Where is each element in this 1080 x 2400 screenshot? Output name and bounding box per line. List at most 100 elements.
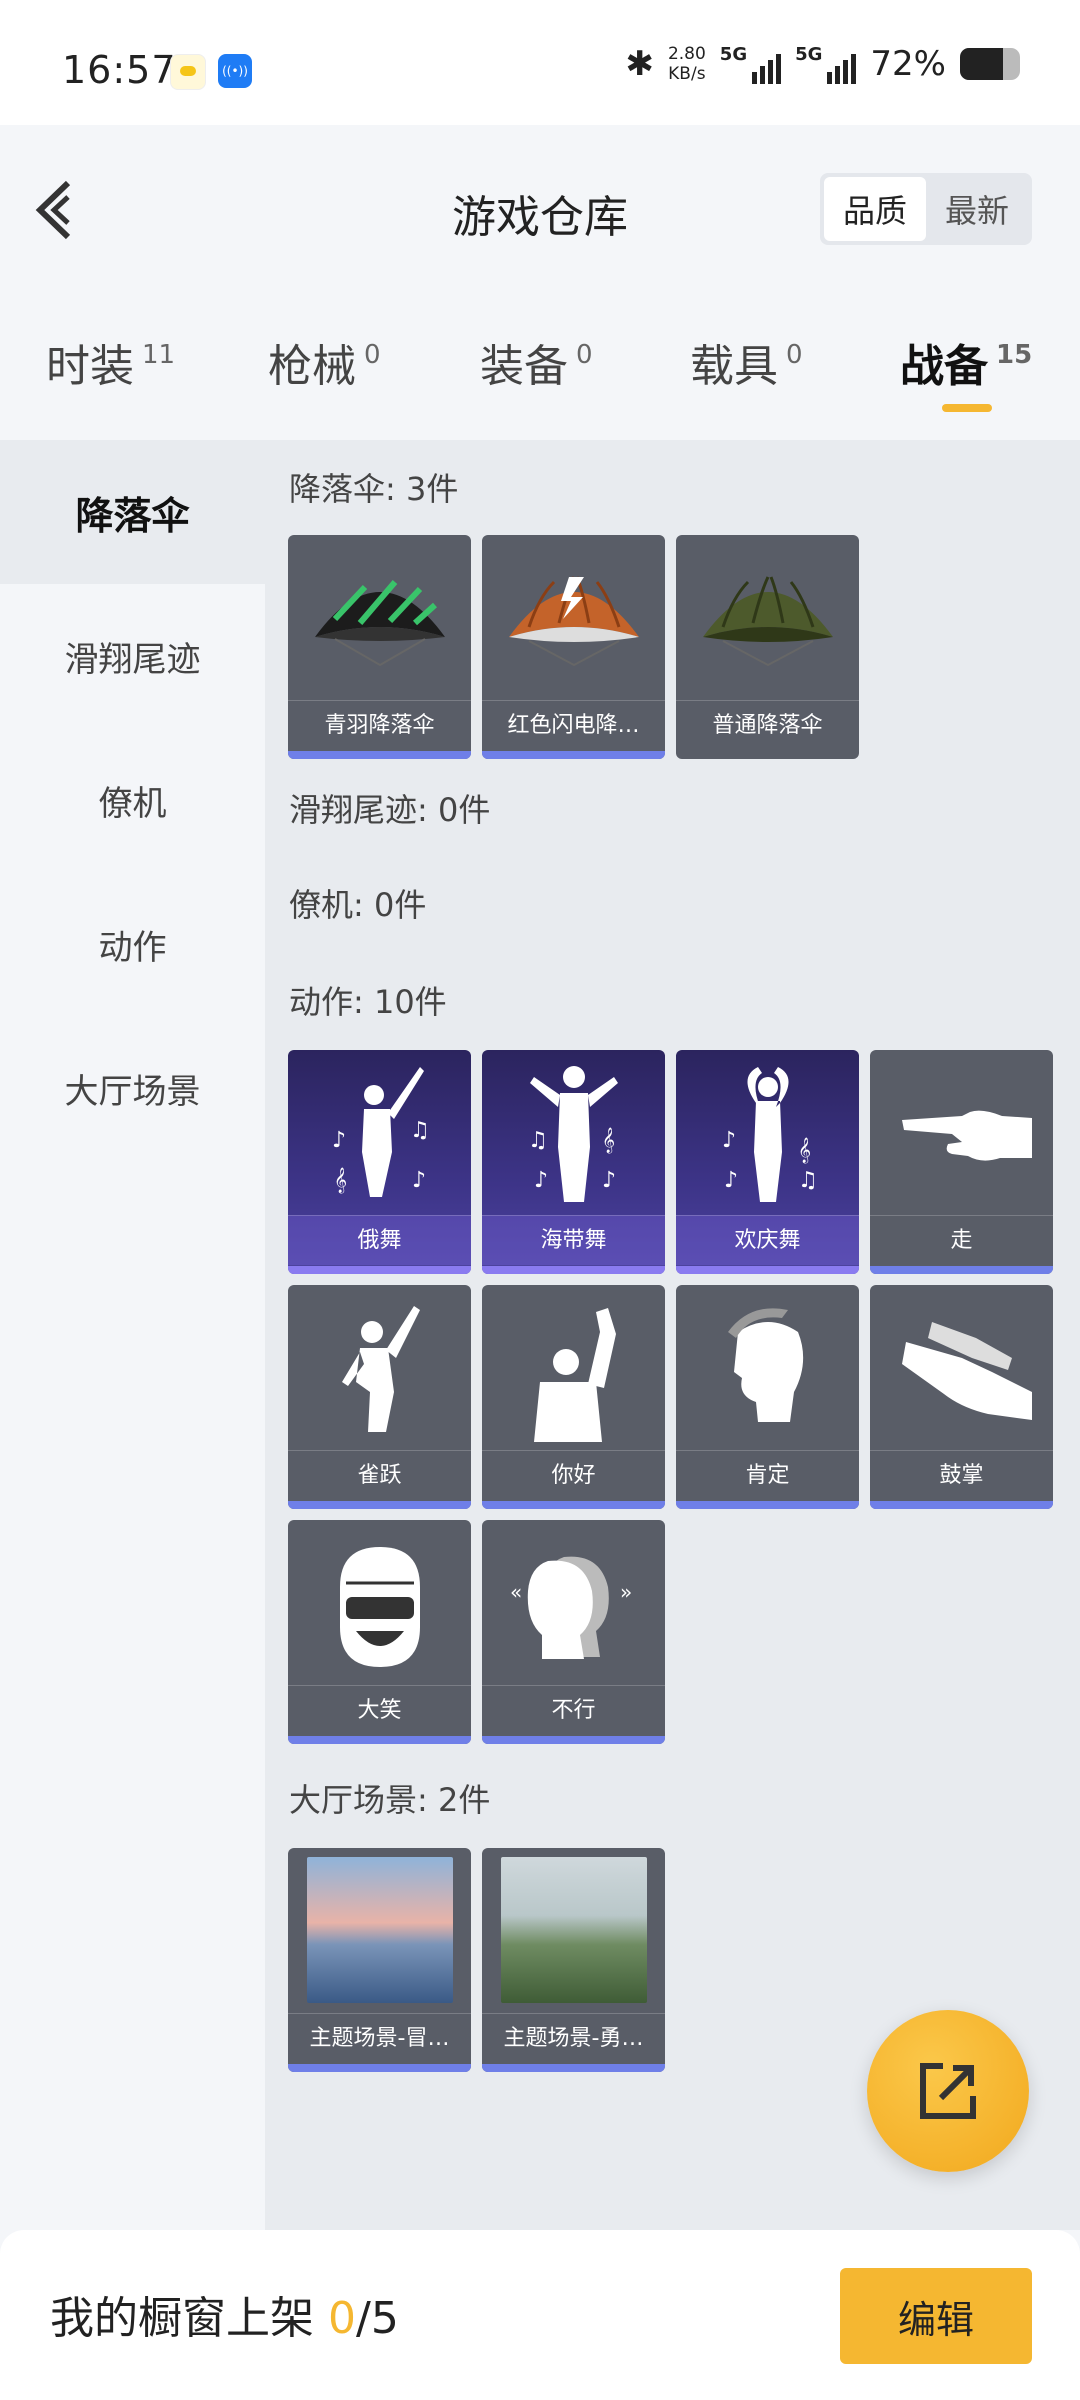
tab-label: 装备 [480,341,568,392]
share-fab-button[interactable] [867,2010,1029,2172]
tab-label: 枪械 [268,341,356,392]
clapping-hands-icon [870,1285,1053,1449]
item-name: 鼓掌 [870,1450,1053,1500]
scene-thumbnail [482,1848,665,2012]
item-card[interactable]: 青羽降落伞 [288,535,471,759]
tab-count: 11 [142,340,176,370]
item-card[interactable]: 鼓掌 [870,1285,1053,1509]
quality-bar [482,1266,665,1274]
category-tabs: 时装 11 枪械 0 装备 0 载具 0 战备 15 [0,300,1080,440]
parachute-image [482,535,665,699]
dance-figure-icon: ♫ 𝄞 ♪ ♪ [482,1050,665,1214]
item-card[interactable]: 走 [870,1050,1053,1274]
page-header: 游戏仓库 品质 最新 [0,125,1080,285]
tab-count: 0 [576,340,593,370]
sidebar-item-emote[interactable]: 动作 [0,872,265,1016]
svg-text:♪: ♪ [722,1128,736,1153]
section-title-parachute: 降落伞: 3件 [289,470,459,508]
network-type: 5G [719,44,748,65]
item-card[interactable]: «» 不行 [482,1520,665,1744]
network-speed-value: 2.80 [667,44,706,64]
item-card[interactable]: ♪ 𝄞 ♪ ♫ 欢庆舞 [676,1050,859,1274]
item-name: 青羽降落伞 [288,700,471,750]
quality-bar [288,1736,471,1744]
item-card[interactable]: ♪ ♫ 𝄞 ♪ 俄舞 [288,1050,471,1274]
sort-quality-button[interactable]: 品质 [824,177,926,241]
nodding-head-icon [676,1285,859,1449]
item-name: 普通降落伞 [676,700,859,750]
quality-bar [482,2064,665,2072]
quality-bar [482,1501,665,1509]
item-name: 雀跃 [288,1450,471,1500]
sidebar-item-lobby[interactable]: 大厅场景 [0,1016,265,1160]
laughing-helmet-icon [288,1520,471,1684]
item-card[interactable]: 普通降落伞 [676,535,859,759]
quality-bar [870,1266,1053,1274]
parachute-image [676,535,859,699]
network-type-2: 5G [795,44,823,65]
item-name: 不行 [482,1685,665,1735]
item-name: 主题场景-勇… [482,2013,665,2063]
tab-fashion[interactable]: 时装 11 [46,330,175,394]
sort-newest-button[interactable]: 最新 [926,177,1028,241]
showcase-status: 我的橱窗上架 0/5 [50,2282,399,2346]
network-speed-unit: KB/s [668,64,706,84]
showcase-current: 0 [328,2293,356,2344]
status-indicators: ✱ 2.80 KB/s 5G 5G 72% [625,44,1020,84]
quality-bar [676,1501,859,1509]
bottom-bar: 我的橱窗上架 0/5 编辑 [0,2230,1080,2400]
edit-button[interactable]: 编辑 [840,2268,1032,2364]
svg-text:♫: ♫ [410,1118,430,1143]
quality-bar [288,2064,471,2072]
svg-text:𝄞: 𝄞 [602,1127,615,1153]
active-tab-indicator [942,404,992,412]
quality-bar [482,751,665,759]
dance-figure-icon: ♪ ♫ 𝄞 ♪ [288,1050,471,1214]
item-card[interactable]: 你好 [482,1285,665,1509]
showcase-total: /5 [356,2293,399,2344]
sidebar: 降落伞 滑翔尾迹 僚机 动作 大厅场景 [0,440,265,2230]
item-card[interactable]: ♫ 𝄞 ♪ ♪ 海带舞 [482,1050,665,1274]
signal-icon-2: 5G [795,44,857,84]
signal-icon: 5G [719,44,782,84]
item-name: 肯定 [676,1450,859,1500]
sidebar-item-parachute[interactable]: 降落伞 [0,440,265,584]
svg-text:♫: ♫ [798,1168,818,1193]
svg-text:»: » [620,1580,632,1604]
svg-text:♪: ♪ [724,1168,738,1193]
item-card[interactable]: 主题场景-冒… [288,1848,471,2072]
item-name: 走 [870,1215,1053,1265]
sidebar-item-wingman[interactable]: 僚机 [0,728,265,872]
item-card[interactable]: 大笑 [288,1520,471,1744]
sort-toggle: 品质 最新 [820,173,1032,245]
quality-bar [870,1501,1053,1509]
tab-guns[interactable]: 枪械 0 [268,330,381,394]
network-speed: 2.80 KB/s [668,44,706,84]
scene-thumbnail [288,1848,471,2012]
sidebar-item-trail[interactable]: 滑翔尾迹 [0,584,265,728]
tab-label: 载具 [690,341,778,392]
waving-figure-icon [482,1285,665,1449]
shaking-head-icon: «» [482,1520,665,1684]
tab-vehicles[interactable]: 载具 0 [690,330,803,394]
app-notification-icon [170,54,206,90]
section-title-trail: 滑翔尾迹: 0件 [289,791,491,829]
tab-label: 时装 [46,341,134,392]
hotspot-notification-icon: ((•)) [218,54,252,88]
tab-battle-gear[interactable]: 战备 15 [900,330,1032,394]
item-card[interactable]: 肯定 [676,1285,859,1509]
item-name: 主题场景-冒… [288,2013,471,2063]
quality-bar [288,751,471,759]
dance-figure-icon: ♪ 𝄞 ♪ ♫ [676,1050,859,1214]
tab-label: 战备 [900,341,988,392]
svg-text:♪: ♪ [332,1128,346,1153]
tab-equipment[interactable]: 装备 0 [480,330,593,394]
item-name: 海带舞 [482,1215,665,1265]
svg-text:♪: ♪ [412,1168,426,1193]
item-card[interactable]: 红色闪电降… [482,535,665,759]
tab-count: 15 [996,340,1033,370]
svg-text:♪: ♪ [534,1168,548,1193]
item-card[interactable]: 主题场景-勇… [482,1848,665,2072]
item-card[interactable]: 雀跃 [288,1285,471,1509]
battery-percent: 72% [870,44,946,84]
